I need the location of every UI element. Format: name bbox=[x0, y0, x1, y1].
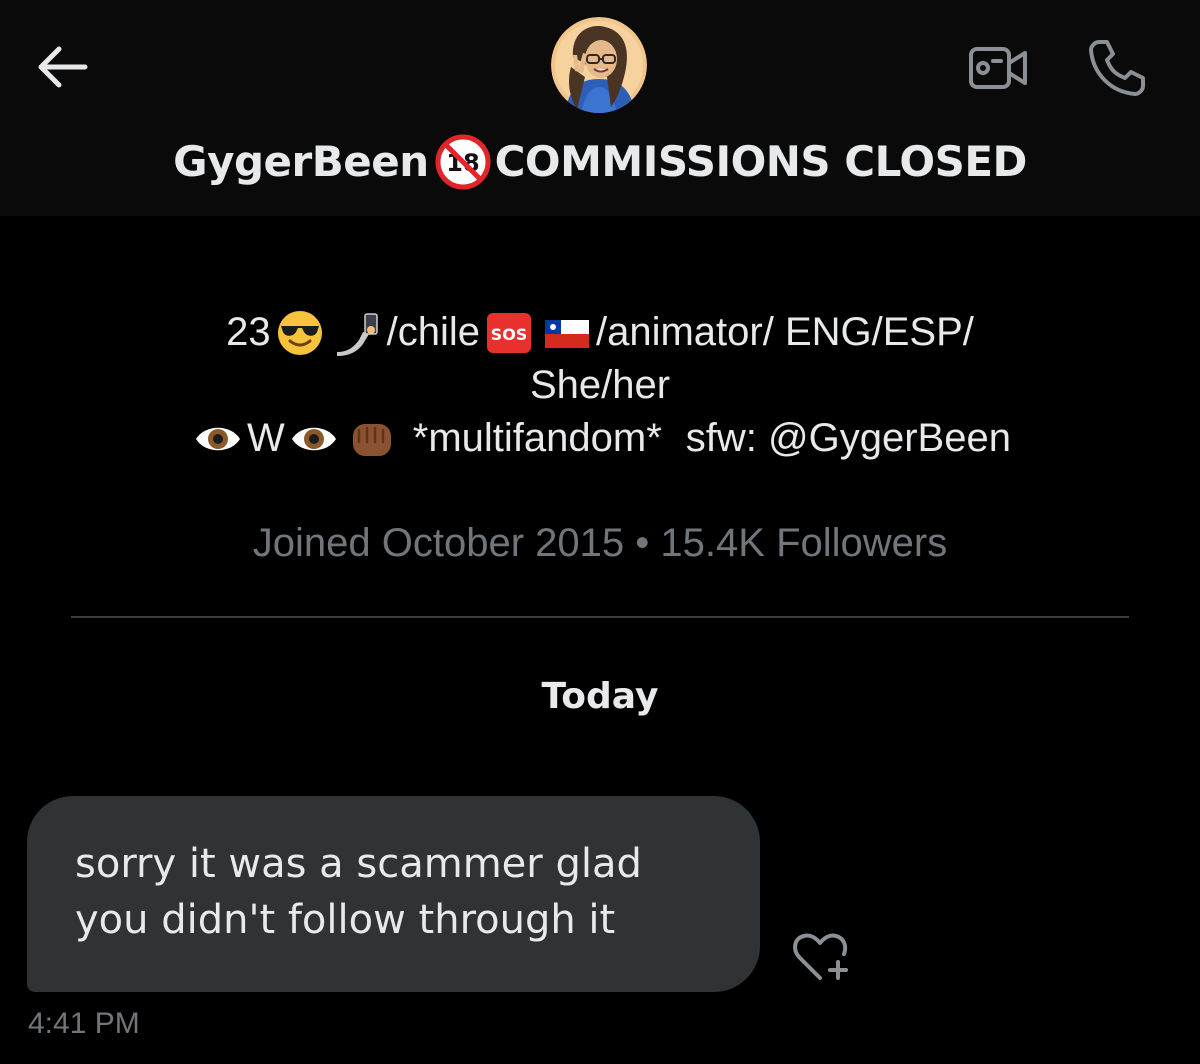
bio-sfw-handle: sfw: @GygerBeen bbox=[685, 416, 1011, 460]
message-text-line: sorry it was a scammer glad bbox=[75, 841, 642, 887]
conversation-title[interactable]: GygerBeen 18 COMMISSIONS CLOSED bbox=[0, 134, 1200, 190]
smiling-face-with-sunglasses-icon bbox=[277, 310, 322, 355]
arrow-left-icon bbox=[38, 46, 88, 88]
bio-pronouns: She/her bbox=[529, 363, 671, 407]
joined-date: Joined October 2015 bbox=[252, 521, 625, 565]
oncoming-fist-icon bbox=[352, 423, 391, 456]
bio-text-chile: /chile bbox=[386, 310, 480, 354]
display-name: GygerBeen bbox=[173, 137, 429, 186]
message-text-line: you didn't follow through it bbox=[75, 897, 616, 943]
bio-line-3: W *multifandom* sfw: @GygerBeen bbox=[40, 412, 1160, 465]
date-separator: Today bbox=[541, 676, 659, 717]
bio-text-animator: /animator/ ENG/ESP/ bbox=[595, 310, 974, 354]
heart-plus-icon bbox=[793, 933, 849, 981]
bio-age: 23 bbox=[226, 310, 271, 354]
eye-icon bbox=[291, 427, 336, 450]
video-call-button[interactable] bbox=[962, 40, 1034, 96]
svg-text:SOS: SOS bbox=[491, 325, 528, 344]
selfie-arm-icon bbox=[336, 312, 378, 356]
no-one-under-eighteen-icon: 18 bbox=[435, 134, 491, 190]
voice-call-button[interactable] bbox=[1080, 36, 1152, 98]
message-bubble[interactable]: sorry it was a scammer glad you didn't f… bbox=[27, 796, 760, 992]
phone-icon bbox=[1089, 40, 1145, 96]
sos-button-icon: SOS bbox=[486, 312, 531, 353]
divider bbox=[71, 616, 1129, 618]
flag-chile-icon bbox=[544, 319, 589, 348]
avatar-illustration bbox=[551, 17, 647, 113]
avatar[interactable] bbox=[551, 17, 647, 113]
profile-bio: 23 /chile SOS /animator/ ENG/ESP/ She/he… bbox=[40, 306, 1160, 465]
back-button[interactable] bbox=[30, 40, 92, 94]
react-button[interactable] bbox=[788, 926, 856, 988]
stats-separator: • bbox=[635, 521, 650, 565]
conversation-header: GygerBeen 18 COMMISSIONS CLOSED bbox=[0, 0, 1200, 216]
message-timestamp: 4:41 PM bbox=[28, 1007, 140, 1040]
bio-letter-w: W bbox=[247, 416, 285, 460]
eye-icon bbox=[196, 427, 241, 450]
profile-stats: Joined October 2015 • 15.4K Followers bbox=[0, 516, 1200, 570]
bio-fandom: *multifandom* bbox=[412, 416, 662, 460]
followers-count[interactable]: 15.4K Followers bbox=[660, 521, 947, 565]
video-camera-icon bbox=[969, 47, 1027, 89]
name-suffix: COMMISSIONS CLOSED bbox=[494, 137, 1028, 186]
bio-line-2: She/her bbox=[40, 359, 1160, 412]
bio-line-1: 23 /chile SOS /animator/ ENG/ESP/ bbox=[40, 306, 1160, 359]
